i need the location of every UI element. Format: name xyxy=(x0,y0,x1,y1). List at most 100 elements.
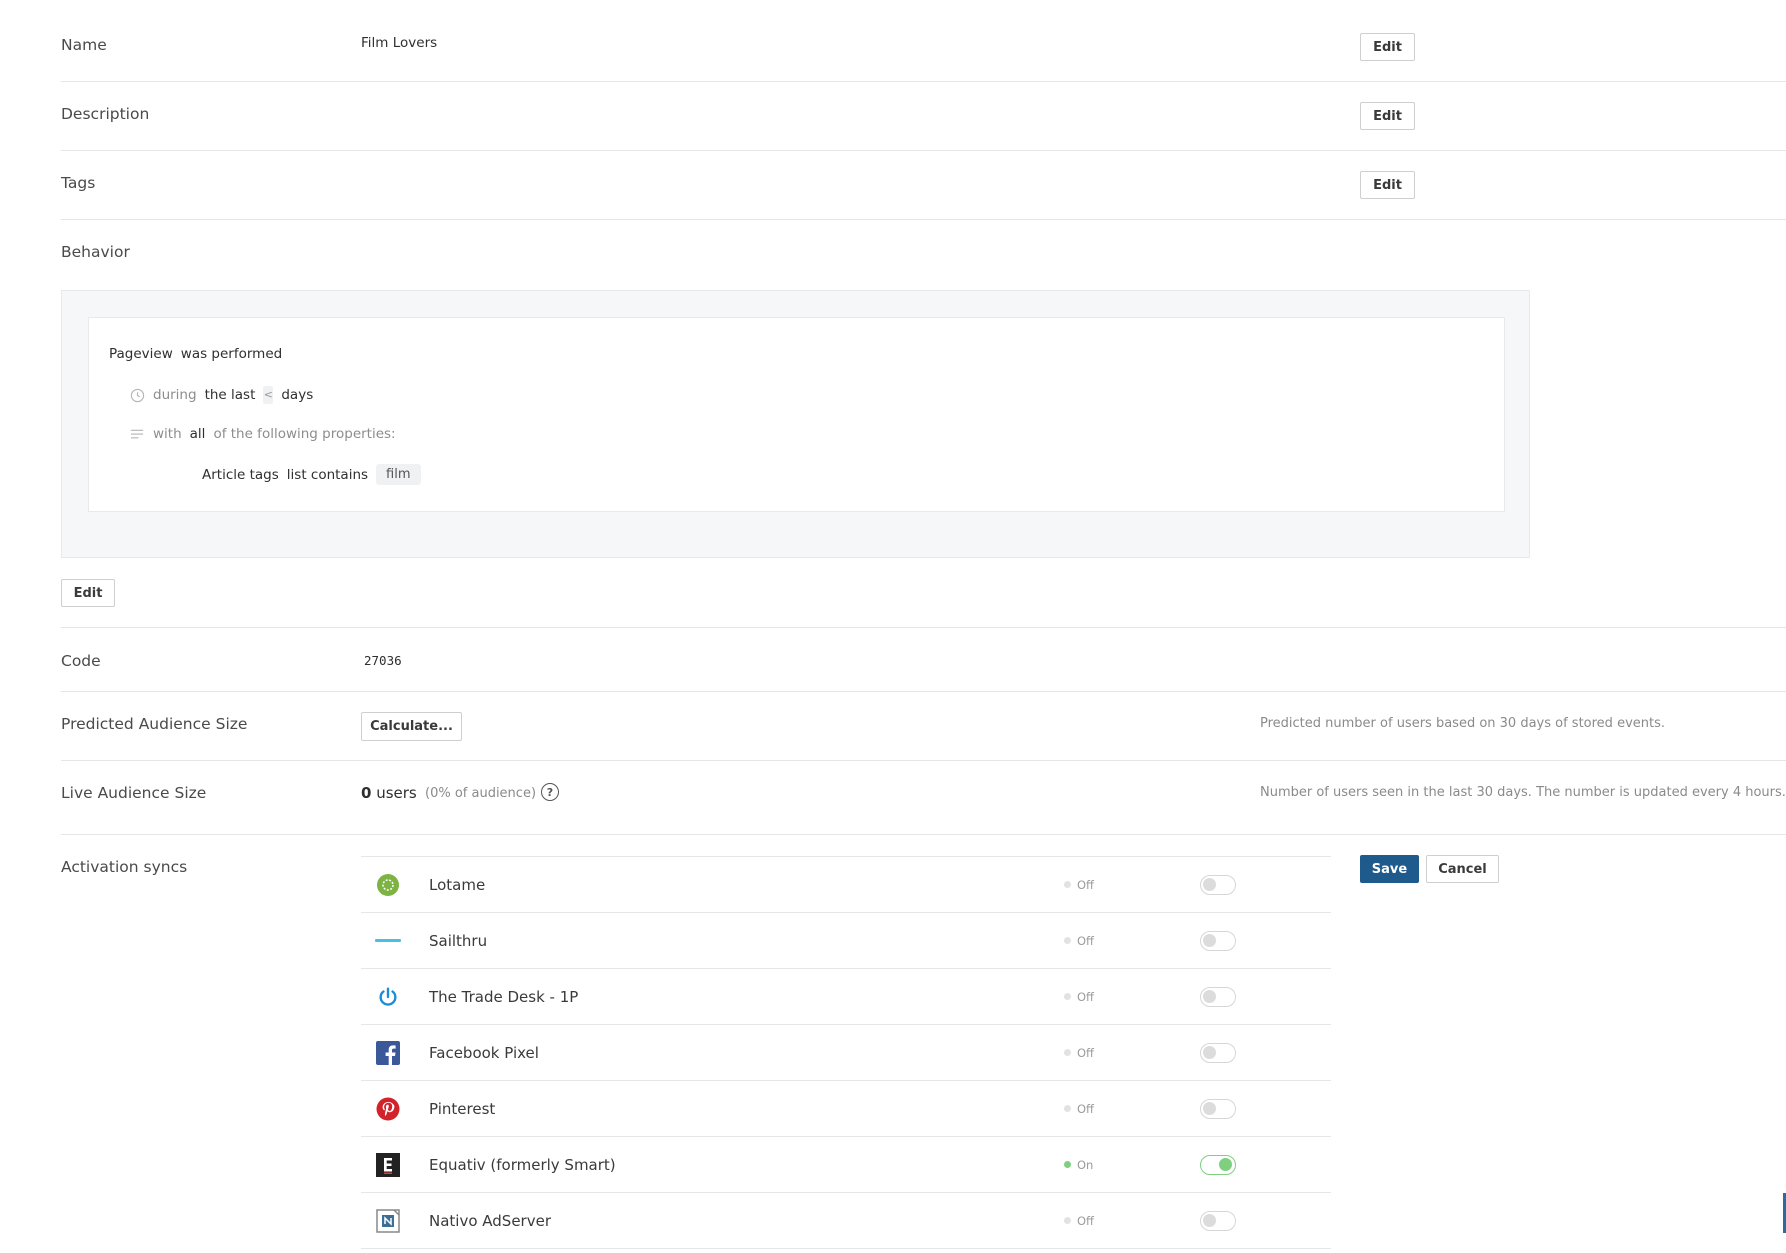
live-size-value: 0 users xyxy=(361,784,417,802)
live-size-percent: (0% of audience) xyxy=(425,786,537,801)
divider xyxy=(361,1248,1331,1249)
sync-row: Sailthru Off xyxy=(361,912,1331,968)
name-label: Name xyxy=(61,36,107,54)
sync-status-text: Off xyxy=(1077,989,1094,1004)
live-size-unit: users xyxy=(376,784,417,802)
toggle-knob xyxy=(1203,1045,1216,1059)
toggle-knob xyxy=(1203,933,1216,947)
sync-toggle[interactable] xyxy=(1200,930,1236,951)
sync-status-text: On xyxy=(1077,1157,1094,1172)
behavior-condition-line: Article tags list contains film xyxy=(202,464,421,485)
toggle-knob xyxy=(1203,1213,1216,1227)
time-range-select[interactable]: the last xyxy=(205,387,256,403)
live-size-label: Live Audience Size xyxy=(61,784,207,802)
status-dot-icon xyxy=(1064,1105,1071,1112)
list-icon xyxy=(129,428,145,440)
equativ-logo-icon xyxy=(375,1152,401,1178)
sync-toggle[interactable] xyxy=(1200,986,1236,1007)
toggle-knob xyxy=(1203,877,1216,891)
with-text: with xyxy=(153,426,182,442)
sync-toggle[interactable] xyxy=(1200,1210,1236,1231)
sync-status: Off xyxy=(1064,1214,1094,1228)
sync-name: Sailthru xyxy=(429,931,488,950)
status-dot-icon xyxy=(1064,1217,1071,1224)
edit-name-button[interactable]: Edit xyxy=(1360,33,1415,61)
code-value: 27036 xyxy=(364,653,402,668)
sync-toggle[interactable] xyxy=(1200,874,1236,895)
behavior-panel: Pageview was performed during the last <… xyxy=(61,290,1530,558)
days-input[interactable]: < xyxy=(263,386,274,404)
sync-name: Equativ (formerly Smart) xyxy=(429,1155,616,1174)
sync-status: On xyxy=(1064,1158,1093,1172)
sync-row: Nativo AdServer Off xyxy=(361,1192,1331,1248)
during-text: during xyxy=(153,387,197,403)
sync-row: Pinterest Off xyxy=(361,1080,1331,1136)
sync-name: The Trade Desk - 1P xyxy=(429,987,579,1006)
status-dot-icon xyxy=(1064,1161,1071,1168)
toggle-knob xyxy=(1219,1157,1232,1171)
predicted-size-label: Predicted Audience Size xyxy=(61,715,248,733)
divider xyxy=(61,691,1786,692)
divider xyxy=(61,627,1786,628)
status-dot-icon xyxy=(1064,881,1071,888)
sync-name: Facebook Pixel xyxy=(429,1043,539,1062)
clock-icon xyxy=(129,388,145,403)
property-select[interactable]: Article tags xyxy=(202,467,279,483)
calculate-button[interactable]: Calculate... xyxy=(361,712,462,741)
sailthru-logo-icon xyxy=(375,928,401,954)
sync-name: Nativo AdServer xyxy=(429,1211,551,1230)
status-dot-icon xyxy=(1064,937,1071,944)
sync-toggle[interactable] xyxy=(1200,1042,1236,1063)
toggle-knob xyxy=(1203,989,1216,1003)
nativo-logo-icon xyxy=(375,1208,401,1234)
sync-status: Off xyxy=(1064,990,1094,1004)
toggle-knob xyxy=(1203,1101,1216,1115)
sync-name: Pinterest xyxy=(429,1099,496,1118)
activation-syncs-label: Activation syncs xyxy=(61,858,188,876)
predicted-size-hint: Predicted number of users based on 30 da… xyxy=(1260,716,1665,731)
sync-row: Facebook Pixel Off xyxy=(361,1024,1331,1080)
days-text: days xyxy=(281,387,314,403)
status-dot-icon xyxy=(1064,1049,1071,1056)
behavior-label: Behavior xyxy=(61,243,130,261)
edit-description-button[interactable]: Edit xyxy=(1360,102,1415,130)
sync-status: Off xyxy=(1064,878,1094,892)
save-button[interactable]: Save xyxy=(1360,855,1419,883)
sync-status-text: Off xyxy=(1077,1101,1094,1116)
divider xyxy=(61,150,1786,151)
event-name[interactable]: Pageview xyxy=(109,346,173,362)
edit-tags-button[interactable]: Edit xyxy=(1360,171,1415,199)
behavior-event-line: Pageview was performed xyxy=(109,346,282,362)
quantifier-select[interactable]: all xyxy=(190,426,206,442)
edit-behavior-button[interactable]: Edit xyxy=(61,579,115,607)
sync-row: The Trade Desk - 1P Off xyxy=(361,968,1331,1024)
trade-desk-logo-icon xyxy=(375,984,401,1010)
sync-status: Off xyxy=(1064,1046,1094,1060)
cancel-button[interactable]: Cancel xyxy=(1426,855,1499,883)
behavior-rule-card: Pageview was performed during the last <… xyxy=(88,317,1505,512)
divider xyxy=(61,219,1786,220)
name-value: Film Lovers xyxy=(361,35,438,51)
event-verb: was performed xyxy=(180,346,283,362)
operator-select[interactable]: list contains xyxy=(287,467,368,483)
lotame-logo-icon xyxy=(375,872,401,898)
sync-toggle[interactable] xyxy=(1200,1098,1236,1119)
sync-name: Lotame xyxy=(429,875,486,894)
sync-status-text: Off xyxy=(1077,1213,1094,1228)
sync-row: Equativ (formerly Smart) On xyxy=(361,1136,1331,1192)
divider xyxy=(61,834,1786,835)
live-size-count: 0 xyxy=(361,784,372,802)
sync-toggle[interactable] xyxy=(1200,1154,1236,1175)
sync-status: Off xyxy=(1064,934,1094,948)
property-value-chip[interactable]: film xyxy=(376,464,421,485)
pinterest-logo-icon xyxy=(375,1096,401,1122)
help-icon[interactable]: ? xyxy=(541,783,559,801)
facebook-logo-icon xyxy=(375,1040,401,1066)
sync-status-text: Off xyxy=(1077,933,1094,948)
sync-status: Off xyxy=(1064,1102,1094,1116)
properties-text: of the following properties: xyxy=(213,426,396,442)
status-dot-icon xyxy=(1064,993,1071,1000)
description-label: Description xyxy=(61,105,150,123)
tags-label: Tags xyxy=(61,174,96,192)
live-size-hint: Number of users seen in the last 30 days… xyxy=(1260,785,1786,800)
